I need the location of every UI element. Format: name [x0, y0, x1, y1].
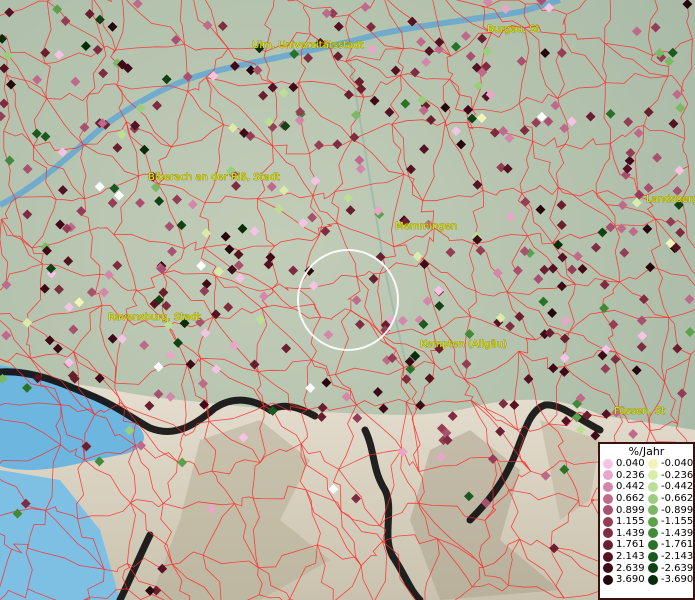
city-label-memmingen: Memmingen: [395, 221, 457, 232]
legend: %/Jahr 0.040 -0.040 0.236 -0.236 0.442 -0.442…: [598, 442, 695, 600]
legend-value: -0.040: [661, 458, 694, 470]
city-label-fuessen: Füssen, St: [614, 406, 665, 417]
legend-entry-negative: -3.690: [645, 574, 693, 585]
legend-swatch: [603, 458, 613, 469]
legend-entry-negative: -0.040: [645, 458, 693, 469]
legend-entry-negative: -0.236: [645, 470, 693, 481]
legend-entry-positive: 3.690: [600, 574, 645, 585]
legend-entry-negative: -0.662: [645, 493, 693, 504]
legend-entry-negative: -0.442: [645, 481, 693, 492]
legend-value: -1.761: [661, 539, 694, 551]
legend-swatch: [648, 493, 658, 504]
legend-value: -3.690: [661, 574, 694, 586]
legend-entry-positive: 0.040: [600, 458, 645, 469]
legend-row: 0.040 -0.040: [600, 458, 693, 470]
city-label-ulm: Ulm, Universitätsstadt: [252, 40, 364, 51]
legend-value: 0.662: [616, 493, 645, 505]
legend-swatch: [603, 481, 613, 492]
legend-value: -0.662: [661, 493, 694, 505]
legend-swatch: [648, 539, 658, 550]
legend-title: %/Jahr: [628, 445, 665, 458]
legend-entry-negative: -1.439: [645, 528, 693, 539]
legend-entry-positive: 2.143: [600, 551, 645, 562]
legend-row: 0.662 -0.662: [600, 493, 693, 505]
legend-row: 0.236 -0.236: [600, 470, 693, 482]
legend-swatch: [603, 563, 613, 574]
legend-swatch: [603, 551, 613, 562]
legend-entry-positive: 0.899: [600, 505, 645, 516]
legend-value: 3.690: [616, 574, 645, 586]
legend-value: 2.143: [616, 551, 645, 563]
legend-swatch: [648, 516, 658, 527]
legend-value: 1.761: [616, 539, 645, 551]
legend-swatch: [603, 528, 613, 539]
legend-entry-negative: -0.899: [645, 505, 693, 516]
map-canvas[interactable]: Ulm, Universitätsstadt Burgau, St Bibera…: [0, 0, 695, 600]
legend-row: 1.155 -1.155: [600, 516, 693, 528]
legend-swatch: [648, 458, 658, 469]
legend-value: 2.639: [616, 562, 645, 574]
legend-swatch: [603, 505, 613, 516]
legend-value: 0.442: [616, 481, 645, 493]
legend-entry-positive: 1.761: [600, 539, 645, 550]
legend-swatch: [603, 516, 613, 527]
legend-entry-positive: 2.639: [600, 563, 645, 574]
legend-row: 2.143 -2.143: [600, 551, 693, 563]
legend-entry-positive: 0.662: [600, 493, 645, 504]
legend-swatch: [648, 563, 658, 574]
legend-swatch: [648, 470, 658, 481]
legend-value: 0.899: [616, 504, 645, 516]
legend-swatch: [648, 505, 658, 516]
legend-value: 1.439: [616, 527, 645, 539]
legend-swatch: [603, 493, 613, 504]
legend-swatch: [603, 539, 613, 550]
city-label-kempten: Kempten (Allgäu): [420, 339, 507, 350]
legend-swatch: [648, 551, 658, 562]
legend-entry-positive: 0.236: [600, 470, 645, 481]
legend-swatch: [603, 470, 613, 481]
legend-value: -0.899: [661, 504, 694, 516]
legend-value: -1.155: [661, 516, 694, 528]
city-label-burgau: Burgau, St: [487, 24, 540, 35]
legend-entry-positive: 0.442: [600, 481, 645, 492]
legend-row: 3.690 -3.690: [600, 574, 693, 586]
legend-value: -0.236: [661, 469, 694, 481]
legend-entry-positive: 1.155: [600, 516, 645, 527]
legend-entry-negative: -1.155: [645, 516, 693, 527]
legend-value: -2.639: [661, 562, 694, 574]
legend-entry-negative: -2.143: [645, 551, 693, 562]
legend-row: 1.439 -1.439: [600, 528, 693, 540]
legend-row: 0.442 -0.442: [600, 481, 693, 493]
legend-entry-positive: 1.439: [600, 528, 645, 539]
legend-value: -2.143: [661, 551, 694, 563]
legend-rows: 0.040 -0.040 0.236 -0.236 0.442 -0.442 0.662 -0…: [600, 458, 693, 586]
city-label-landsberg: Landsberg: [646, 194, 695, 205]
legend-value: -0.442: [661, 481, 694, 493]
legend-value: -1.439: [661, 527, 694, 539]
legend-swatch: [603, 574, 613, 585]
legend-value: 1.155: [616, 516, 645, 528]
legend-value: 0.040: [616, 458, 645, 470]
city-label-biberach: Biberach an der Riß, Stadt: [148, 172, 280, 183]
legend-row: 1.761 -1.761: [600, 539, 693, 551]
legend-entry-negative: -1.761: [645, 539, 693, 550]
legend-row: 2.639 -2.639: [600, 562, 693, 574]
legend-value: 0.236: [616, 469, 645, 481]
legend-swatch: [648, 481, 658, 492]
legend-swatch: [648, 528, 658, 539]
city-label-ravensburg: Ravensburg, Stadt: [108, 312, 201, 323]
legend-swatch: [648, 574, 658, 585]
legend-row: 0.899 -0.899: [600, 504, 693, 516]
legend-entry-negative: -2.639: [645, 563, 693, 574]
